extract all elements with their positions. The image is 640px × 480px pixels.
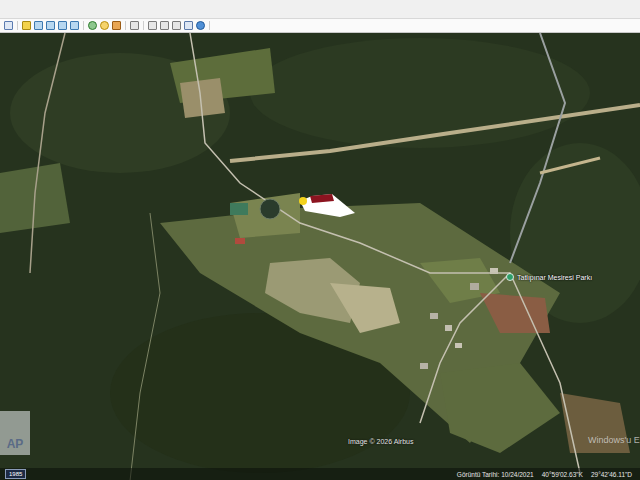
latitude: 40°59'02.63"K — [542, 471, 583, 478]
maps-icon[interactable] — [184, 21, 193, 30]
print-icon[interactable] — [160, 21, 169, 30]
toolbar-group — [22, 21, 84, 30]
map-view[interactable]: Tatlıpınar Mesiresi Parkı AP Image © 2026 … — [0, 33, 640, 480]
toolbar-group — [130, 21, 144, 30]
tour-icon[interactable] — [70, 21, 79, 30]
satellite-imagery[interactable] — [0, 33, 640, 480]
path-icon[interactable] — [46, 21, 55, 30]
earth-icon[interactable] — [196, 21, 205, 30]
toolbar-group — [148, 21, 210, 30]
logo: AP — [0, 411, 30, 455]
place-label[interactable]: Tatlıpınar Mesiresi Parkı — [506, 273, 592, 281]
toolbar-group — [88, 21, 126, 30]
overlay-icon[interactable] — [58, 21, 67, 30]
image-date: Görüntü Tarihi: 10/24/2021 — [457, 471, 534, 478]
place-name: Tatlıpınar Mesiresi Parkı — [517, 274, 592, 281]
toolbar — [0, 19, 640, 33]
status-info: Görüntü Tarihi: 10/24/2021 40°59'02.63"K 2… — [457, 471, 632, 478]
sun-icon[interactable] — [100, 21, 109, 30]
altitude-badge: 1985 — [5, 469, 26, 479]
placemark-icon[interactable] — [22, 21, 31, 30]
longitude: 29°42'46.11"D — [591, 471, 632, 478]
sidebar-icon[interactable] — [4, 21, 13, 30]
title-bar — [0, 0, 640, 19]
park-icon — [506, 273, 514, 281]
logo-text: AP — [7, 437, 24, 451]
status-bar: 1985 Görüntü Tarihi: 10/24/2021 40°59'02.6… — [0, 468, 640, 480]
google-earth-window: Tatlıpınar Mesiresi Parkı AP Image © 2026 … — [0, 0, 640, 480]
polygon-icon[interactable] — [34, 21, 43, 30]
save-image-icon[interactable] — [172, 21, 181, 30]
planet-icon[interactable] — [112, 21, 121, 30]
history-icon[interactable] — [88, 21, 97, 30]
email-icon[interactable] — [148, 21, 157, 30]
toolbar-group — [4, 21, 18, 30]
attribution: Image © 2026 Airbus — [348, 438, 413, 445]
parcel-marker[interactable] — [299, 194, 355, 217]
ruler-icon[interactable] — [130, 21, 139, 30]
windows-watermark: Windows'u E — [588, 435, 640, 445]
